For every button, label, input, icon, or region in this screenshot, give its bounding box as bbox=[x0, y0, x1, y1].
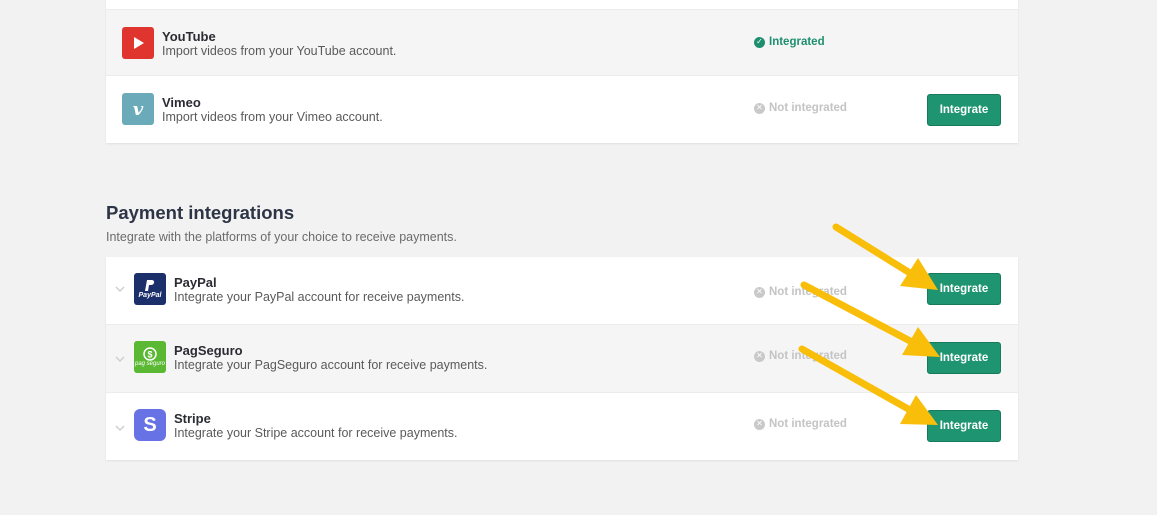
x-circle-icon: ✕ bbox=[754, 350, 765, 362]
integration-description: Integrate your Stripe account for receiv… bbox=[174, 426, 458, 440]
status-label: Not integrated bbox=[769, 350, 847, 362]
integration-name: PagSeguro bbox=[174, 343, 243, 358]
integration-row-pagseguro: $ pag seguro PagSeguro Integrate your Pa… bbox=[106, 324, 1018, 392]
integrate-button-pagseguro[interactable]: Integrate bbox=[927, 342, 1001, 374]
stripe-logo: S bbox=[134, 409, 166, 441]
check-circle-icon: ✓ bbox=[754, 36, 765, 48]
section-subtitle: Integrate with the platforms of your cho… bbox=[106, 230, 457, 244]
video-integrations-card: YouTube Import videos from your YouTube … bbox=[106, 0, 1018, 143]
x-circle-icon: ✕ bbox=[754, 418, 765, 430]
vimeo-icon: v bbox=[122, 93, 154, 125]
status-badge: ✕ Not integrated bbox=[754, 102, 847, 114]
integration-row-stripe: S Stripe Integrate your Stripe account f… bbox=[106, 392, 1018, 460]
integration-description: Integrate your PagSeguro account for rec… bbox=[174, 358, 488, 372]
play-icon bbox=[122, 27, 154, 59]
integration-name: Stripe bbox=[174, 411, 211, 426]
integrate-button-vimeo[interactable]: Integrate bbox=[927, 94, 1001, 126]
x-circle-icon: ✕ bbox=[754, 286, 765, 298]
pagseguro-logo: $ pag seguro bbox=[134, 341, 166, 373]
integration-description: Import videos from your Vimeo account. bbox=[162, 110, 383, 124]
x-circle-icon: ✕ bbox=[754, 102, 765, 114]
integrate-button-stripe[interactable]: Integrate bbox=[927, 410, 1001, 442]
integration-name: YouTube bbox=[162, 29, 216, 44]
integration-description: Import videos from your YouTube account. bbox=[162, 44, 397, 58]
status-badge: ✓ Integrated bbox=[754, 36, 825, 48]
chevron-down-icon[interactable] bbox=[115, 284, 125, 294]
chevron-down-icon[interactable] bbox=[115, 354, 125, 364]
status-label: Integrated bbox=[769, 36, 825, 48]
integration-name: PayPal bbox=[174, 275, 217, 290]
integration-description: Integrate your PayPal account for receiv… bbox=[174, 290, 465, 304]
integration-row-vimeo: v Vimeo Import videos from your Vimeo ac… bbox=[106, 75, 1018, 143]
integration-row-youtube: YouTube Import videos from your YouTube … bbox=[106, 9, 1018, 76]
section-title: Payment integrations bbox=[106, 202, 295, 223]
svg-text:$: $ bbox=[147, 350, 152, 360]
status-badge: ✕ Not integrated bbox=[754, 418, 847, 430]
status-label: Not integrated bbox=[769, 286, 847, 298]
status-badge: ✕ Not integrated bbox=[754, 286, 847, 298]
payment-integrations-card: PayPal PayPal Integrate your PayPal acco… bbox=[106, 257, 1018, 460]
status-badge: ✕ Not integrated bbox=[754, 350, 847, 362]
integration-name: Vimeo bbox=[162, 95, 201, 110]
status-label: Not integrated bbox=[769, 102, 847, 114]
integration-row-paypal: PayPal PayPal Integrate your PayPal acco… bbox=[106, 257, 1018, 324]
integrate-button-paypal[interactable]: Integrate bbox=[927, 273, 1001, 305]
paypal-logo: PayPal bbox=[134, 273, 166, 305]
status-label: Not integrated bbox=[769, 418, 847, 430]
chevron-down-icon[interactable] bbox=[115, 423, 125, 433]
